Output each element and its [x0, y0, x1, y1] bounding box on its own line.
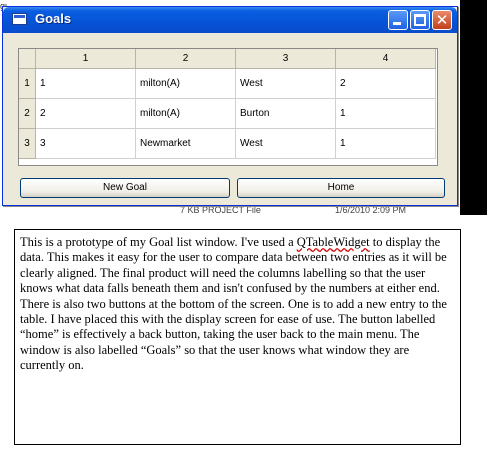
column-header[interactable]: 4 [335, 49, 436, 69]
close-icon: ✕ [435, 11, 449, 29]
maximize-icon [414, 14, 426, 26]
row-header[interactable]: 3 [19, 128, 36, 159]
description-text: This is a prototype of my Goal list wind… [20, 235, 297, 249]
table-cell[interactable]: 1 [335, 98, 436, 129]
table-cell[interactable]: Burton [235, 98, 336, 129]
table-cell[interactable]: 2 [335, 68, 436, 99]
new-goal-button[interactable]: New Goal [20, 178, 230, 198]
background-file-date: 1/6/2010 2:09 PM [335, 205, 407, 215]
description-text: to display the data. This makes it easy … [20, 235, 447, 373]
table-cell[interactable]: 1 [35, 68, 136, 99]
table-header-row: 1 2 3 4 [19, 49, 436, 69]
window-title: Goals [35, 11, 72, 26]
row-header[interactable]: 2 [19, 98, 36, 129]
table-cell[interactable]: milton(A) [135, 68, 236, 99]
table-cell[interactable]: West [235, 68, 336, 99]
table-cell[interactable]: 3 [35, 128, 136, 159]
column-header[interactable]: 3 [235, 49, 336, 69]
row-header[interactable]: 1 [19, 68, 36, 99]
table-cell[interactable]: Newmarket [135, 128, 236, 159]
home-button[interactable]: Home [237, 178, 445, 198]
table-cell[interactable]: West [235, 128, 336, 159]
table-row: 3 3 Newmarket West 1 [19, 128, 436, 159]
table-corner[interactable] [19, 49, 36, 69]
window-icon [12, 13, 27, 25]
table-cell[interactable]: 2 [35, 98, 136, 129]
description-widget-name: QTableWidget [296, 235, 370, 249]
table-cell[interactable]: milton(A) [135, 98, 236, 129]
background-dark-panel [460, 0, 487, 215]
maximize-button[interactable] [410, 10, 430, 30]
minimize-icon [393, 22, 401, 25]
table-row: 1 1 milton(A) West 2 [19, 68, 436, 99]
table-cell[interactable]: 1 [335, 128, 436, 159]
minimize-button[interactable] [388, 10, 408, 30]
goals-window: Goals ✕ 1 2 3 4 1 1 milton(A) West 2 2 2… [2, 6, 458, 206]
column-header[interactable]: 1 [35, 49, 136, 69]
column-header[interactable]: 2 [135, 49, 236, 69]
table-row: 2 2 milton(A) Burton 1 [19, 98, 436, 129]
background-file-info: 7 KB PROJECT File [180, 205, 261, 215]
close-button[interactable]: ✕ [432, 10, 452, 30]
description-text-box: This is a prototype of my Goal list wind… [14, 229, 461, 445]
title-bar[interactable]: Goals ✕ [3, 7, 457, 33]
goals-table[interactable]: 1 2 3 4 1 1 milton(A) West 2 2 2 milton( [18, 48, 438, 166]
